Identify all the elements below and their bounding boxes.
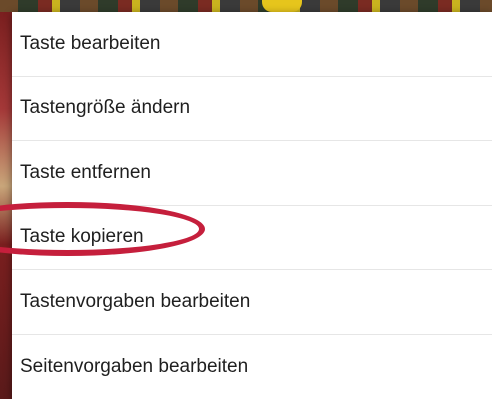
menu-item-label: Taste kopieren	[20, 226, 144, 248]
menu-item-copy-key[interactable]: Taste kopieren	[12, 206, 492, 270]
menu-item-edit-key[interactable]: Taste bearbeiten	[12, 12, 492, 77]
menu-item-edit-key-presets[interactable]: Tastenvorgaben bearbeiten	[12, 270, 492, 335]
menu-item-label: Tastenvorgaben bearbeiten	[20, 290, 251, 312]
menu-item-resize-key[interactable]: Tastengröße ändern	[12, 77, 492, 141]
context-menu: Taste bearbeiten Tastengröße ändern Tast…	[12, 12, 492, 399]
background-image-strip	[0, 0, 492, 12]
menu-item-label: Seitenvorgaben bearbeiten	[20, 355, 249, 377]
menu-item-label: Taste bearbeiten	[20, 32, 161, 54]
menu-item-label: Taste entfernen	[20, 161, 151, 183]
menu-item-label: Tastengröße ändern	[20, 97, 191, 119]
screen: Taste bearbeiten Tastengröße ändern Tast…	[0, 0, 492, 399]
background-yellow-shape	[262, 0, 302, 12]
background-left-edge	[0, 12, 12, 399]
menu-item-remove-key[interactable]: Taste entfernen	[12, 141, 492, 206]
menu-item-edit-page-presets[interactable]: Seitenvorgaben bearbeiten	[12, 335, 492, 399]
